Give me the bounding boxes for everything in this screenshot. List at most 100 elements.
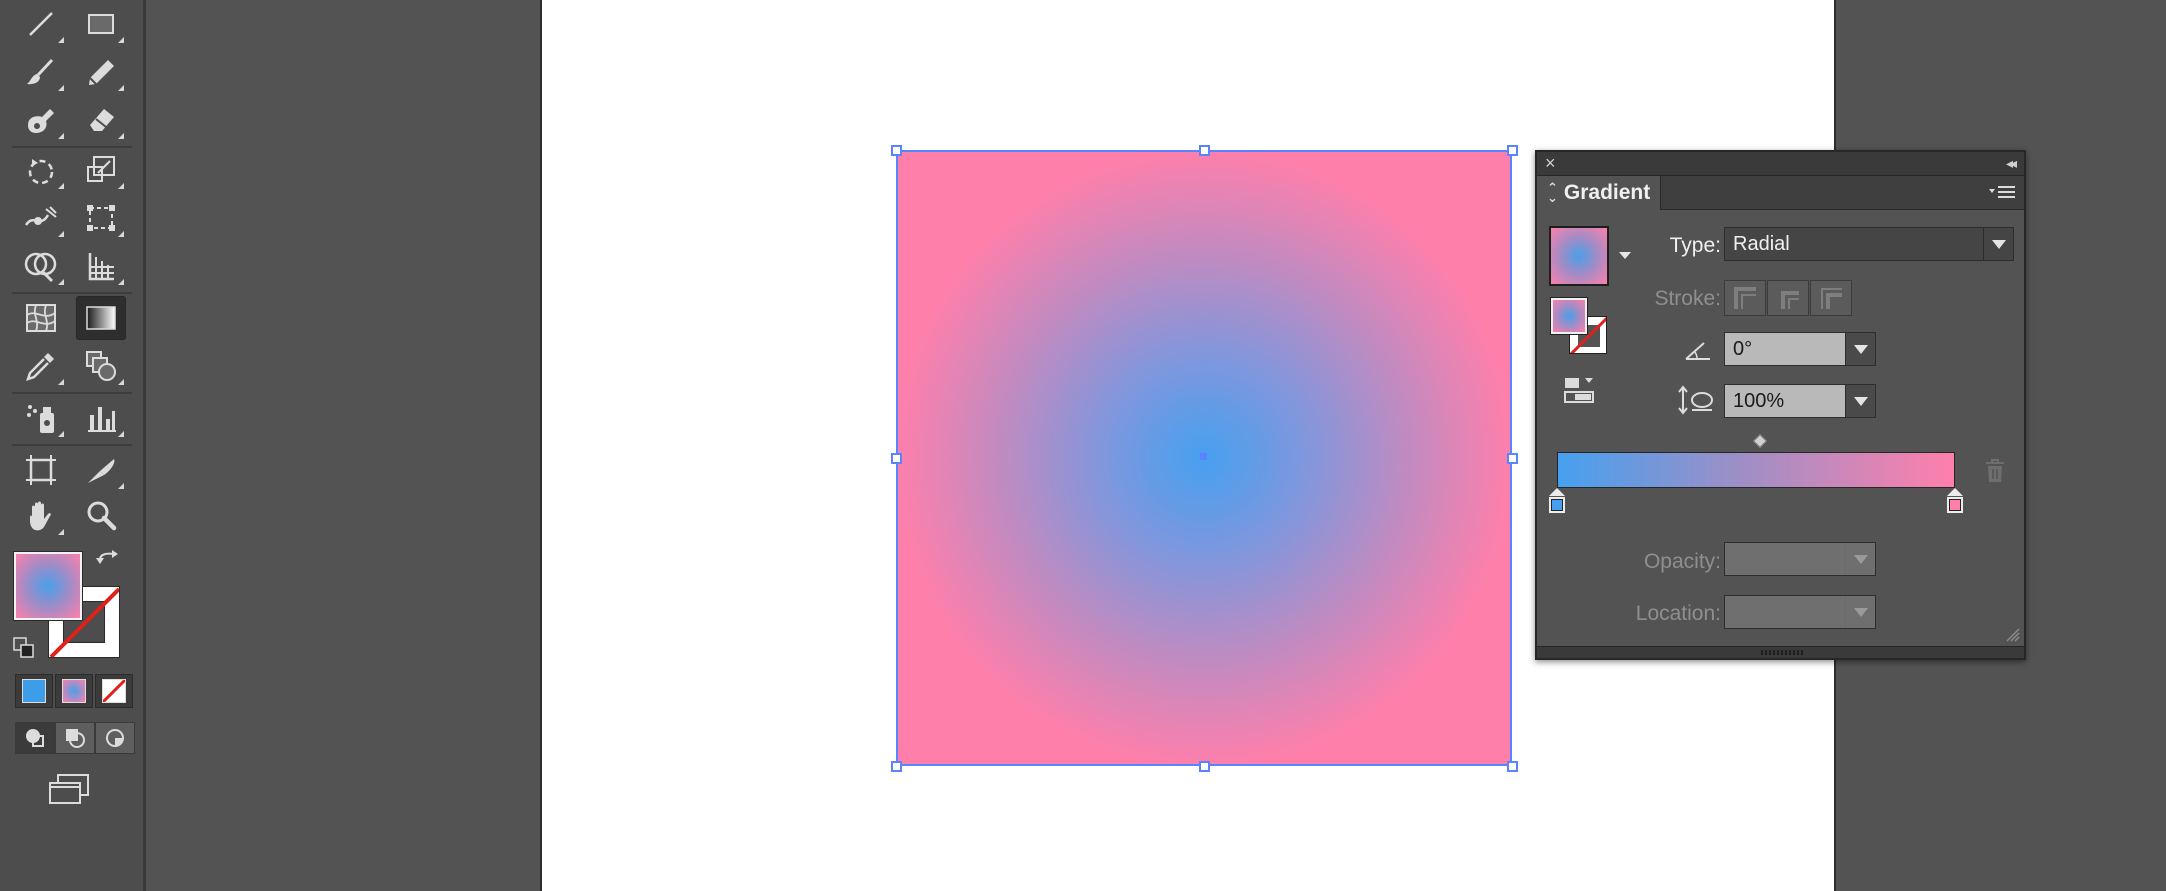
none-mode-button[interactable]	[95, 674, 133, 708]
eraser-icon	[90, 109, 114, 131]
handle-middle-left[interactable]	[891, 453, 902, 464]
angle-field[interactable]: 0°	[1724, 332, 1876, 366]
scale-tool[interactable]	[76, 148, 126, 192]
gradient-stop-end[interactable]	[1946, 488, 1964, 516]
drag-grip[interactable]	[1761, 650, 1803, 655]
fill-swatch[interactable]	[14, 552, 82, 620]
collapse-panel-icon[interactable]: ◂◂	[2006, 155, 2017, 172]
chevron-down-icon	[1845, 543, 1875, 575]
tab-gradient[interactable]: ⌃ ⌄ Gradient	[1537, 176, 1661, 210]
draw-normal-button[interactable]	[15, 722, 55, 754]
gradient-panel: × ◂◂ ⌃ ⌄ Gradient Type: Radial Stroke: 0…	[1535, 150, 2026, 660]
stroke-within-button	[1724, 280, 1766, 316]
line-icon	[29, 12, 53, 36]
artboard-tool[interactable]	[16, 448, 66, 492]
rotate-tool[interactable]	[16, 148, 66, 192]
none-swatch-icon	[102, 679, 126, 703]
type-dropdown[interactable]: Radial	[1724, 227, 2014, 261]
blob-brush-tool[interactable]	[16, 98, 66, 142]
shape-builder-tool[interactable]	[16, 244, 66, 288]
opacity-label: Opacity:	[1643, 550, 1721, 573]
zoom-tool[interactable]	[76, 494, 126, 538]
location-label: Location:	[1635, 602, 1721, 625]
width-tool[interactable]	[16, 196, 66, 240]
trash-icon[interactable]	[1983, 458, 2007, 484]
angle-value: 0°	[1733, 337, 1753, 360]
aspect-ratio-icon	[1678, 385, 1713, 415]
artboard-icon	[26, 455, 56, 485]
brush-icon	[27, 58, 54, 85]
reverse-gradient-icon[interactable]	[1559, 374, 1599, 410]
gradient-preset-dropdown-icon[interactable]	[1619, 252, 1631, 259]
aspect-ratio-field[interactable]: 100%	[1724, 384, 1876, 418]
resize-grip-icon[interactable]	[2002, 624, 2020, 642]
chevron-down-icon[interactable]	[1845, 333, 1875, 365]
blend-tool[interactable]	[76, 344, 126, 388]
panel-titlebar[interactable]: × ◂◂	[1537, 152, 2024, 176]
panel-bottom-bar[interactable]	[1537, 646, 2024, 658]
handle-bottom-right[interactable]	[1507, 761, 1518, 772]
stroke-along-icon	[1781, 291, 1799, 309]
gradient-tool[interactable]	[76, 296, 126, 340]
mini-fill-swatch[interactable]	[1551, 298, 1587, 334]
shape-builder-icon	[24, 252, 57, 283]
aspect-ratio-value: 100%	[1733, 389, 1785, 412]
location-field	[1724, 595, 1876, 629]
handle-middle-right[interactable]	[1507, 453, 1518, 464]
draw-behind-icon	[66, 729, 85, 748]
handle-top-left[interactable]	[891, 145, 902, 156]
draw-inside-button[interactable]	[95, 722, 135, 754]
eyedropper-icon	[26, 353, 54, 381]
handle-top-center[interactable]	[1199, 145, 1210, 156]
angle-icon	[1685, 342, 1710, 360]
zoom-icon	[87, 501, 117, 531]
mesh-tool[interactable]	[16, 296, 66, 340]
blob-brush-icon	[28, 109, 54, 133]
handle-bottom-center[interactable]	[1199, 761, 1210, 772]
width-icon	[24, 206, 57, 226]
rectangle-tool[interactable]	[76, 2, 126, 46]
gradient-midpoint-diamond[interactable]	[1752, 433, 1768, 449]
gradient-stop-start[interactable]	[1548, 488, 1566, 516]
expand-options-icon[interactable]: ⌃ ⌄	[1547, 181, 1558, 204]
hand-tool[interactable]	[16, 494, 66, 538]
handle-top-right[interactable]	[1507, 145, 1518, 156]
swap-fill-stroke-icon[interactable]	[96, 550, 122, 572]
gradient-mode-button[interactable]	[55, 674, 93, 708]
chevron-down-icon[interactable]	[1845, 385, 1875, 417]
column-graph-tool[interactable]	[76, 396, 126, 440]
perspective-grid-tool[interactable]	[76, 244, 126, 288]
paintbrush-tool[interactable]	[16, 50, 66, 94]
stroke-within-icon	[1734, 287, 1756, 309]
eraser-tool[interactable]	[76, 98, 126, 142]
perspective-grid-icon	[88, 253, 114, 281]
stroke-across-icon	[1821, 288, 1842, 309]
stroke-along-button	[1767, 280, 1809, 316]
change-screen-mode-icon[interactable]	[46, 772, 92, 808]
type-value: Radial	[1733, 232, 1790, 255]
opacity-field	[1724, 542, 1876, 576]
column-graph-icon	[88, 407, 116, 432]
rectangle-icon	[88, 14, 114, 34]
slice-tool[interactable]	[76, 448, 126, 492]
panel-tabbar: ⌃ ⌄ Gradient	[1537, 176, 2024, 210]
color-mode-button[interactable]	[15, 674, 53, 708]
draw-behind-button[interactable]	[55, 722, 95, 754]
handle-bottom-left[interactable]	[891, 761, 902, 772]
pencil-icon	[89, 60, 114, 85]
line-segment-tool[interactable]	[16, 2, 66, 46]
gradient-preview-swatch[interactable]	[1549, 226, 1609, 286]
panel-menu-icon[interactable]	[1988, 184, 2016, 202]
pencil-tool[interactable]	[76, 50, 126, 94]
close-icon[interactable]: ×	[1545, 154, 1556, 172]
draw-inside-icon	[106, 729, 124, 747]
eyedropper-tool[interactable]	[16, 344, 66, 388]
symbol-sprayer-icon	[27, 405, 54, 433]
default-fill-stroke-icon[interactable]	[12, 636, 36, 660]
free-transform-tool[interactable]	[76, 196, 126, 240]
gradient-slider[interactable]	[1557, 452, 1955, 488]
tab-gradient-label: Gradient	[1563, 181, 1651, 204]
tools-panel	[0, 0, 146, 891]
symbol-sprayer-tool[interactable]	[16, 396, 66, 440]
color-swatch-icon	[22, 679, 46, 703]
